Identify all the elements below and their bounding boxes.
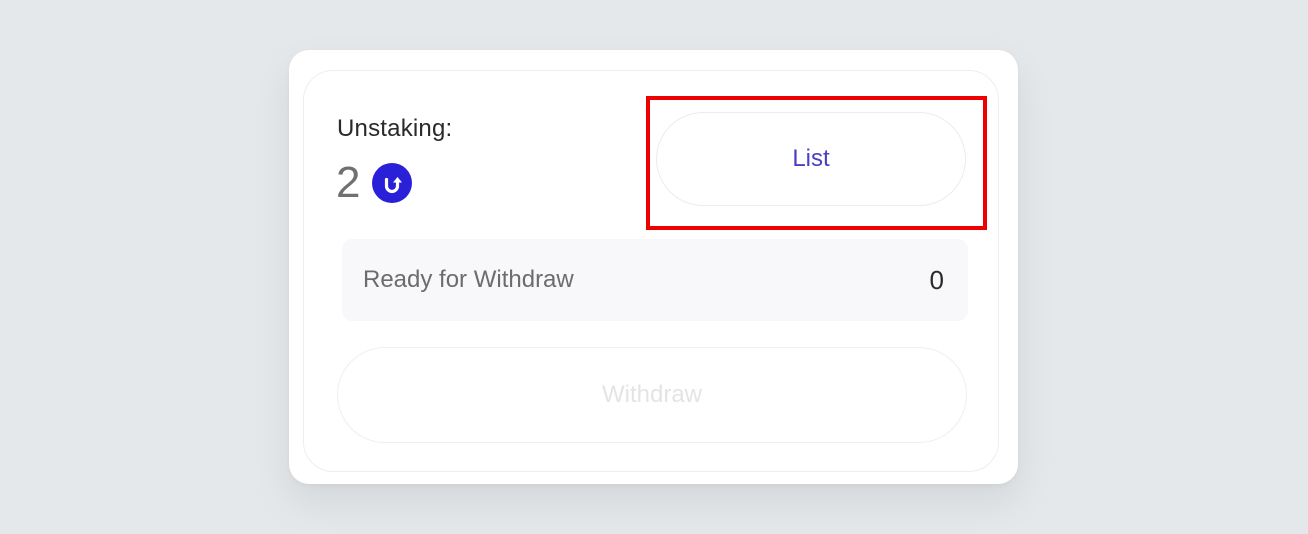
unstaking-label: Unstaking: — [337, 115, 453, 142]
unstaking-amount: 2 — [336, 158, 361, 207]
unstaking-amount-row: 2 — [336, 158, 413, 207]
ready-for-withdraw-label: Ready for Withdraw — [363, 266, 574, 293]
unstaking-card: Unstaking: 2 List Ready for Withdraw 0 W… — [289, 50, 1018, 484]
list-button[interactable]: List — [656, 112, 966, 206]
withdraw-button[interactable]: Withdraw — [337, 347, 967, 443]
ready-for-withdraw-value: 0 — [929, 264, 944, 295]
up-arrow-token-icon — [372, 163, 413, 203]
unstaking-panel: Unstaking: 2 List Ready for Withdraw 0 W… — [303, 70, 999, 472]
ready-for-withdraw-row: Ready for Withdraw 0 — [342, 239, 968, 321]
